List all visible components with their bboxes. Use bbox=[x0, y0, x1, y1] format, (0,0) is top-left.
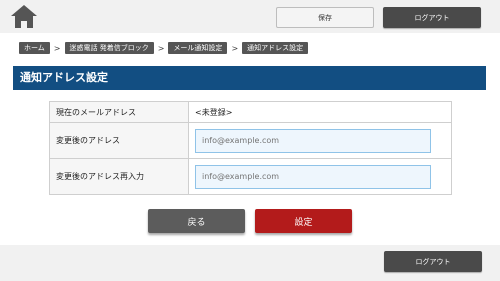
new-address-input[interactable] bbox=[195, 128, 431, 153]
submit-button[interactable]: 設定 bbox=[255, 209, 352, 233]
current-address-row: 現在のメールアドレス <未登録> bbox=[49, 101, 452, 123]
breadcrumb: ホーム > 迷惑電話 発着信ブロック > メール通知設定 > 通知アドレス設定 bbox=[19, 42, 309, 54]
breadcrumb-call-block[interactable]: 迷惑電話 発着信ブロック bbox=[64, 42, 154, 54]
page-title: 通知アドレス設定 bbox=[13, 66, 486, 90]
current-address-value: <未登録> bbox=[188, 101, 452, 123]
breadcrumb-separator: > bbox=[157, 43, 165, 53]
top-bar: 保存 ログアウト bbox=[0, 0, 500, 33]
new-address-row: 変更後のアドレス bbox=[49, 122, 452, 159]
confirm-address-input[interactable] bbox=[195, 164, 431, 189]
breadcrumb-separator: > bbox=[231, 43, 239, 53]
confirm-address-row: 変更後のアドレス再入力 bbox=[49, 158, 452, 195]
address-form: 現在のメールアドレス <未登録> 変更後のアドレス 変更後のアドレス再入力 bbox=[49, 101, 452, 195]
footer-bar: ログアウト bbox=[0, 245, 500, 281]
back-button[interactable]: 戻る bbox=[148, 209, 245, 233]
breadcrumb-separator: > bbox=[53, 43, 61, 53]
save-button[interactable]: 保存 bbox=[276, 7, 374, 28]
confirm-address-label: 変更後のアドレス再入力 bbox=[49, 158, 189, 195]
home-icon[interactable] bbox=[10, 4, 38, 29]
new-address-label: 変更後のアドレス bbox=[49, 122, 189, 159]
breadcrumb-mail-notification[interactable]: メール通知設定 bbox=[168, 42, 228, 54]
logout-button-top[interactable]: ログアウト bbox=[383, 7, 481, 28]
breadcrumb-current: 通知アドレス設定 bbox=[242, 42, 309, 54]
logout-button-bottom[interactable]: ログアウト bbox=[384, 251, 482, 272]
breadcrumb-home[interactable]: ホーム bbox=[19, 42, 50, 54]
current-address-label: 現在のメールアドレス bbox=[49, 101, 189, 123]
